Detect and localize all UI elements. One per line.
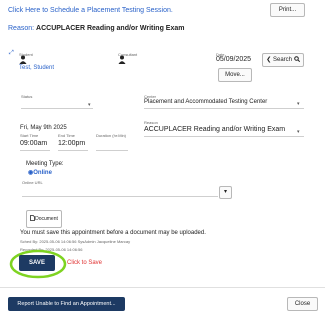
start-time-label: Start Time xyxy=(20,133,39,138)
student-name-link[interactable]: Test, Student xyxy=(19,65,54,71)
search-button-label: Search xyxy=(273,57,293,63)
reason-heading: Reason: ACCUPLACER Reading and/or Writin… xyxy=(8,25,184,32)
online-url-input[interactable] xyxy=(22,184,218,195)
duration-label: Duration (hr:Min) xyxy=(96,133,127,138)
online-url-underline xyxy=(22,196,218,197)
center-select-underline xyxy=(144,108,304,109)
document-button-label: Document xyxy=(35,216,58,222)
save-annotation-text: Click to Save xyxy=(67,260,103,266)
reason-select-underline xyxy=(144,136,304,137)
appointment-date-text: Fri, May 9th 2025 xyxy=(20,125,67,131)
reason-label: Reason xyxy=(144,120,158,125)
meeting-type-label: Meeting Type: xyxy=(26,161,64,167)
document-warning: You must save this appointment before a … xyxy=(20,230,206,236)
reason-heading-label: Reason: xyxy=(8,25,35,32)
schedule-session-link[interactable]: Click Here to Schedule a Placement Testi… xyxy=(8,7,173,14)
date-value: 05/09/2025 xyxy=(216,56,252,63)
status-caret-icon[interactable]: ▾ xyxy=(88,102,91,108)
start-time-underline xyxy=(20,150,50,151)
status-select-underline xyxy=(21,108,93,109)
meeting-type-option-label: Online xyxy=(33,170,52,176)
end-time-input[interactable]: 12:00pm xyxy=(58,140,85,147)
start-time-input[interactable]: 09:00am xyxy=(20,140,47,147)
save-button[interactable]: SAVE xyxy=(19,255,55,271)
reason-heading-value: ACCUPLACER Reading and/or Writing Exam xyxy=(36,25,185,32)
search-button[interactable]: ❮ Search xyxy=(262,53,304,67)
center-select-value[interactable]: Placement and Accommodated Testing Cente… xyxy=(144,99,267,105)
end-time-label: End Time xyxy=(58,133,75,138)
online-url-dropdown-button[interactable]: ▾ xyxy=(219,186,232,199)
move-button[interactable]: Move... xyxy=(218,68,252,82)
caret-down-icon: ▾ xyxy=(223,189,227,195)
reason-caret-icon[interactable]: ▾ xyxy=(297,129,300,135)
footer-divider xyxy=(0,287,325,288)
student-person-icon xyxy=(19,55,27,64)
audit-sched-line: Sched By: 2025-05-06 14:06:56 SysAdmin J… xyxy=(20,239,131,244)
meeting-type-option[interactable]: ◉Online xyxy=(28,169,52,176)
chevron-left-icon: ❮ xyxy=(266,57,272,63)
status-label: Status xyxy=(21,94,33,99)
report-unable-button[interactable]: Report Unable to Find an Appointment... xyxy=(8,297,125,311)
print-button[interactable]: Print... xyxy=(270,3,305,17)
expand-icon[interactable]: ⤢ xyxy=(9,50,14,57)
reason-select-value[interactable]: ACCUPLACER Reading and/or Writing Exam xyxy=(144,126,285,133)
center-caret-icon[interactable]: ▾ xyxy=(297,101,300,107)
document-button[interactable]: Document xyxy=(26,210,62,228)
close-button[interactable]: Close xyxy=(287,297,318,311)
end-time-underline xyxy=(58,150,88,151)
consultant-person-icon xyxy=(118,55,126,64)
magnifier-icon xyxy=(293,56,300,63)
duration-underline xyxy=(96,150,128,151)
